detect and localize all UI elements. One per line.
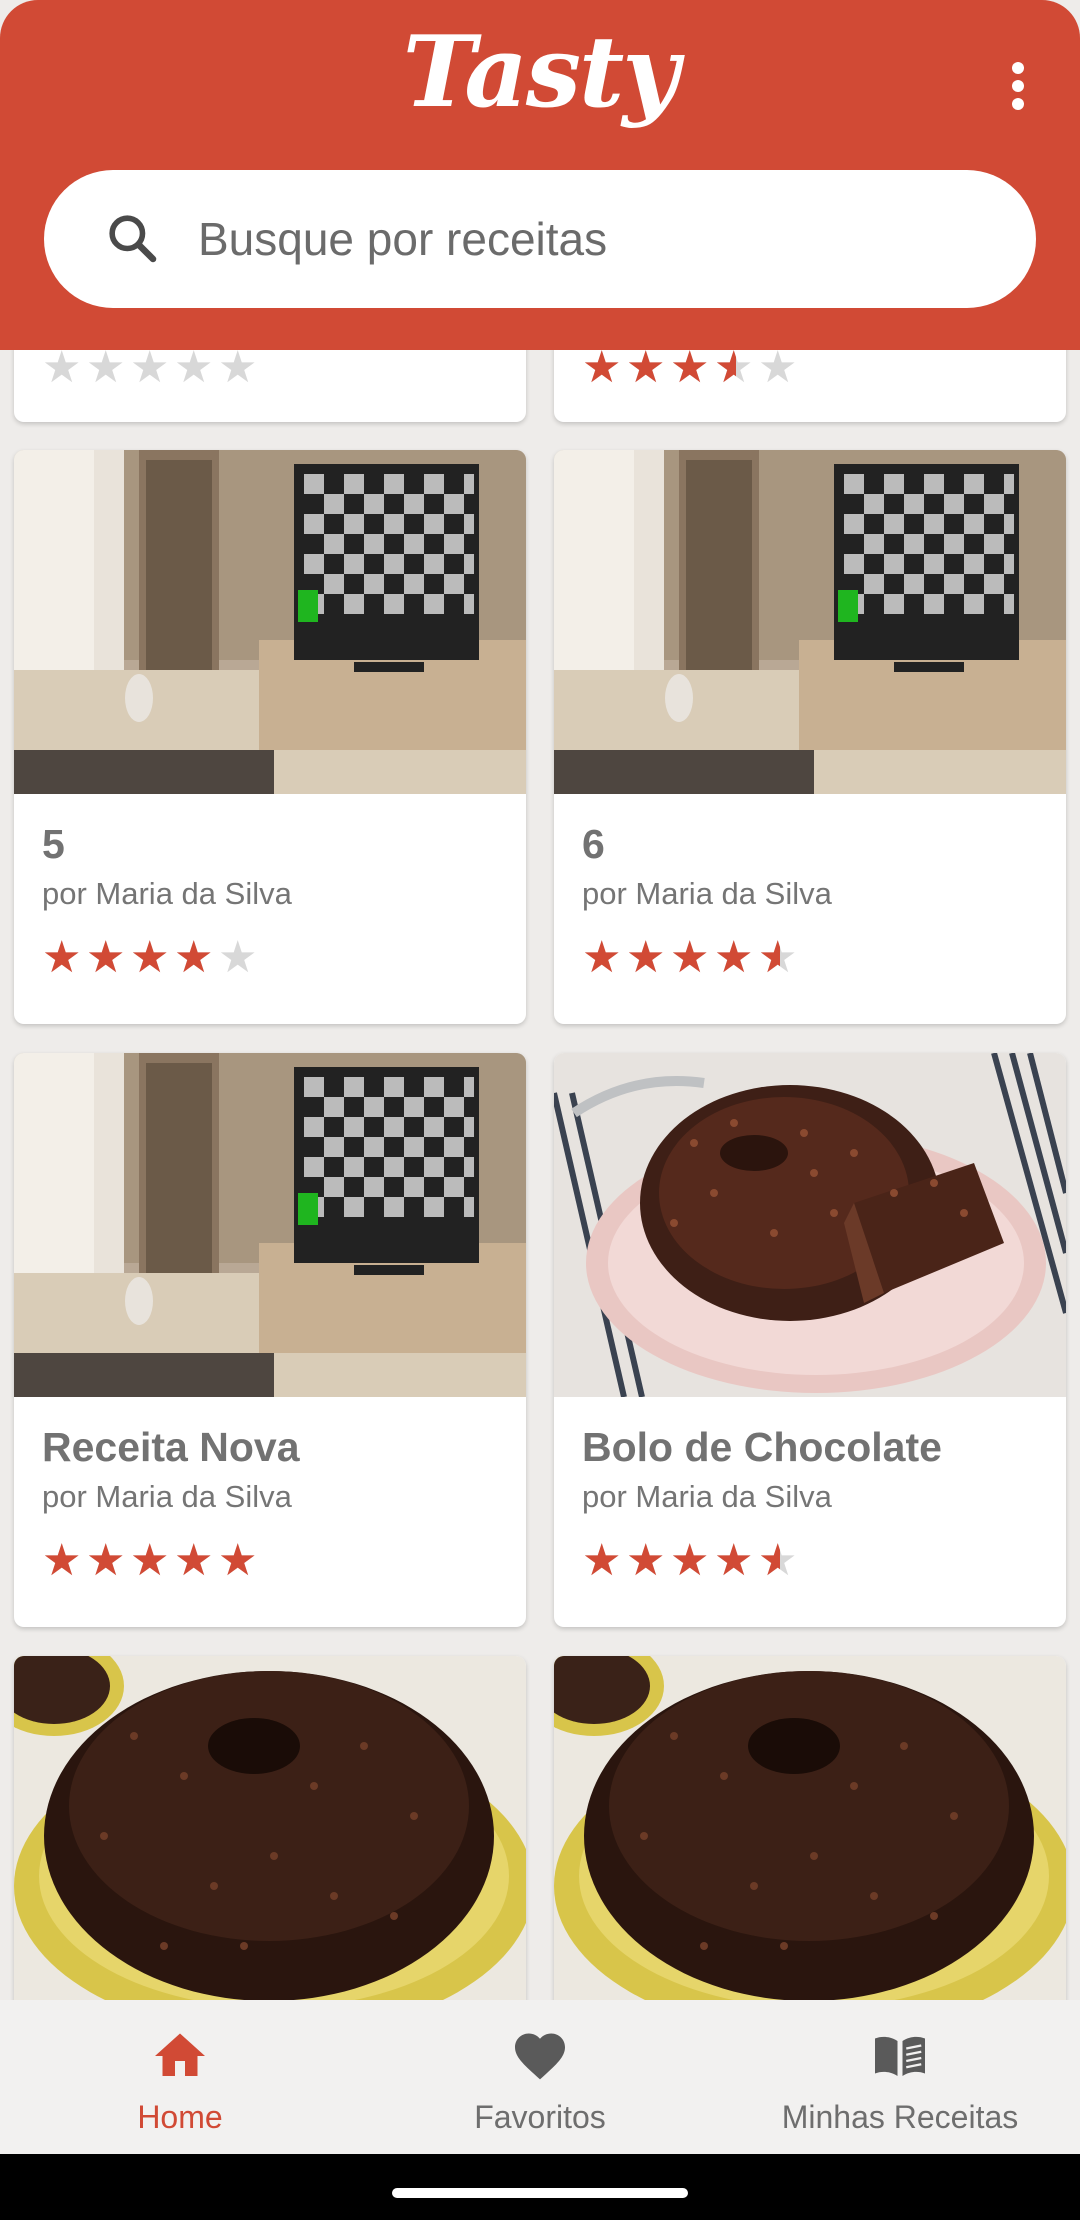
star-icon: ★ ★ [714, 350, 754, 392]
app-header: Tasty Busque por receitas [0, 0, 1080, 350]
nav-home-label: Home [137, 2099, 223, 2135]
star-icon: ★ ★ [758, 1536, 798, 1585]
star-icon: ★ ★ [218, 1536, 258, 1585]
star-icon: ★ ★ [582, 1536, 622, 1585]
nav-minhas-receitas-label: Minhas Receitas [781, 2099, 1019, 2135]
star-icon: ★ [130, 350, 170, 392]
book-icon [875, 2036, 925, 2076]
rating-stars: ★ ★ ★ ★ ★ ★ ★ ★ ★ ★ [582, 1539, 802, 1583]
recipe-grid[interactable]: ★ ★ ★ ★ ★ ★ ★ ★ ★ ★ ★ ★ ★ ★ 5 por Maria … [0, 350, 1080, 2000]
recipe-card[interactable]: ★ ★ ★ ★ ★ [14, 350, 526, 422]
star-icon: ★ ★ [626, 1536, 666, 1585]
star-icon: ★ ★ [86, 1536, 126, 1585]
star-icon: ★ ★ [130, 933, 170, 982]
recipe-author: por Maria da Silva [582, 1479, 832, 1514]
recipe-author: por Maria da Silva [582, 876, 832, 911]
nav-minhas-receitas[interactable]: Minhas Receitas [720, 2000, 1080, 2154]
recipe-image [14, 450, 526, 794]
star-icon: ★ ★ [582, 350, 622, 392]
star-icon: ★ ★ [670, 350, 710, 392]
star-icon: ★ ★ [174, 933, 214, 982]
rating-stars: ★ ★ ★ ★ ★ ★ ★ ★ ★ [582, 350, 802, 390]
bottom-navigation: Home Favoritos Minhas Receitas [0, 2000, 1080, 2154]
star-icon: ★ [218, 933, 258, 982]
recipe-card[interactable]: Receita Nova por Maria da Silva ★ ★ ★ ★ ★ ★ ★ ★… [14, 1053, 526, 1627]
recipe-card[interactable]: 5 por Maria da Silva ★ ★ ★ ★ ★ ★ ★ ★ ★ [14, 450, 526, 1024]
star-icon: ★ ★ [758, 933, 798, 982]
star-icon: ★ ★ [86, 933, 126, 982]
star-icon: ★ ★ [42, 1536, 82, 1585]
search-bar[interactable]: Busque por receitas [44, 170, 1036, 308]
star-icon: ★ ★ [670, 933, 710, 982]
star-icon: ★ [42, 350, 82, 392]
recipe-author: por Maria da Silva [42, 1479, 292, 1514]
star-icon: ★ ★ [130, 1536, 170, 1585]
recipe-author: por Maria da Silva [42, 876, 292, 911]
recipe-title: Receita Nova [42, 1424, 300, 1470]
star-icon: ★ [174, 350, 214, 392]
star-icon: ★ ★ [42, 933, 82, 982]
nav-favoritos-label: Favoritos [474, 2099, 606, 2135]
tasty-logo: Tasty [402, 15, 679, 130]
recipe-card[interactable]: ★ ★ ★ ★ ★ ★ ★ ★ ★ [554, 350, 1066, 422]
recipe-title: Bolo de Chocolate [582, 1424, 942, 1470]
star-icon: ★ ★ [626, 350, 666, 392]
recipe-card[interactable] [554, 1656, 1066, 2000]
rating-stars: ★ ★ ★ ★ ★ ★ ★ ★ ★ [42, 936, 262, 980]
star-icon: ★ ★ [670, 1536, 710, 1585]
heart-icon [515, 2033, 565, 2080]
star-icon: ★ [218, 350, 258, 392]
more-vert-icon[interactable] [990, 58, 1046, 114]
rating-stars: ★ ★ ★ ★ ★ ★ ★ ★ ★ ★ [582, 936, 802, 980]
recipe-image [14, 1656, 526, 2000]
star-icon: ★ ★ [626, 933, 666, 982]
home-icon [155, 2033, 205, 2076]
recipe-title: 6 [582, 821, 605, 867]
star-icon: ★ [758, 350, 798, 392]
rating-stars: ★ ★ ★ ★ ★ [42, 350, 262, 390]
star-icon: ★ ★ [582, 933, 622, 982]
recipe-card[interactable]: 6 por Maria da Silva ★ ★ ★ ★ ★ ★ ★ ★ ★ ★ [554, 450, 1066, 1024]
recipe-image [554, 1053, 1066, 1397]
nav-favoritos[interactable]: Favoritos [360, 2000, 720, 2154]
recipe-card[interactable]: Bolo de Chocolate por Maria da Silva ★ ★ ★… [554, 1053, 1066, 1627]
star-icon: ★ [86, 350, 126, 392]
star-icon: ★ ★ [174, 1536, 214, 1585]
search-icon [109, 215, 157, 263]
rating-stars: ★ ★ ★ ★ ★ ★ ★ ★ ★ ★ [42, 1539, 262, 1583]
recipe-image [554, 450, 1066, 794]
recipe-image [14, 1053, 526, 1397]
star-icon: ★ ★ [714, 1536, 754, 1585]
recipe-title: 5 [42, 821, 65, 867]
search-placeholder[interactable]: Busque por receitas [198, 210, 607, 268]
recipe-card[interactable] [14, 1656, 526, 2000]
star-icon: ★ ★ [714, 933, 754, 982]
recipe-image [554, 1656, 1066, 2000]
home-indicator[interactable] [392, 2188, 688, 2198]
nav-home[interactable]: Home [0, 2000, 360, 2154]
system-navigation-bar [0, 2154, 1080, 2220]
